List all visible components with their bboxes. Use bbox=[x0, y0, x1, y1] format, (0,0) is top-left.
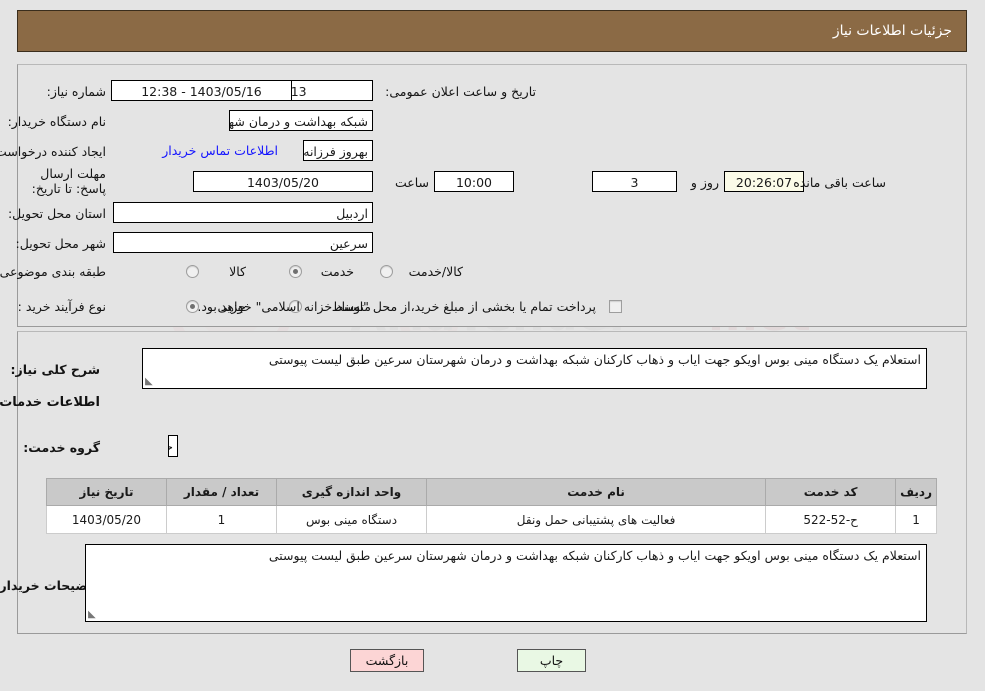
buyer-org-value[interactable]: شبکه بهداشت و درمان شهرستان سرعین bbox=[230, 110, 374, 131]
th-unit: واحد اندازه گیری bbox=[277, 478, 428, 506]
th-date: تاریخ نیاز bbox=[47, 478, 168, 506]
cell-row: 1 bbox=[896, 505, 938, 534]
requester-label: ایجاد کننده درخواست: bbox=[0, 144, 107, 159]
buyer-notes-textarea[interactable]: استعلام یک دستگاه مینی بوس اویکو جهت ایا… bbox=[86, 544, 928, 622]
province-value[interactable]: اردبیل bbox=[114, 202, 374, 223]
page-root: AriaTender .net جزئیات اطلاعات نیاز شمار… bbox=[0, 0, 985, 691]
province-label: استان محل تحویل: bbox=[8, 206, 107, 221]
process-label: نوع فرآیند خرید : bbox=[18, 299, 107, 314]
print-button[interactable]: چاپ bbox=[518, 649, 587, 672]
category-label: طبقه بندی موضوعی: bbox=[0, 264, 107, 279]
service-group-value[interactable]: حمل و نقل و انبارداری bbox=[169, 435, 179, 457]
th-row: ردیف bbox=[896, 478, 938, 506]
service-group-label: گروه خدمت: bbox=[24, 440, 101, 455]
page-header: جزئیات اطلاعات نیاز bbox=[18, 10, 968, 52]
resize-grip-icon-2[interactable]: ◢ bbox=[89, 609, 99, 620]
deadline-time-value[interactable]: 10:00 bbox=[435, 171, 515, 192]
need-number-label: شماره نیاز: bbox=[47, 84, 107, 99]
summary-textarea[interactable]: استعلام یک دستگاه مینی بوس اویکو جهت ایا… bbox=[143, 348, 928, 389]
treasury-checkbox[interactable] bbox=[610, 300, 623, 313]
th-qty: تعداد / مقدار bbox=[167, 478, 278, 506]
radio-category-kala-khadamat[interactable] bbox=[381, 265, 394, 278]
cell-qty: 1 bbox=[167, 505, 278, 534]
services-table: ردیف کد خدمت نام خدمت واحد اندازه گیری ت… bbox=[47, 478, 938, 534]
radio-category-kala-khadamat-label: کالا/خدمت bbox=[409, 264, 464, 279]
summary-label: شرح کلی نیاز: bbox=[11, 362, 101, 377]
radio-category-khadamat-label: خدمت bbox=[321, 264, 355, 279]
public-announce-label: تاریخ و ساعت اعلان عمومی: bbox=[386, 84, 537, 99]
cell-unit: دستگاه مینی بوس bbox=[277, 505, 428, 534]
buyer-notes-text: استعلام یک دستگاه مینی بوس اویکو جهت ایا… bbox=[269, 548, 922, 563]
table-header-row: ردیف کد خدمت نام خدمت واحد اندازه گیری ت… bbox=[47, 478, 938, 506]
summary-text: استعلام یک دستگاه مینی بوس اویکو جهت ایا… bbox=[269, 352, 922, 367]
page-title: جزئیات اطلاعات نیاز bbox=[833, 23, 953, 39]
countdown-value: 20:26:07 bbox=[725, 171, 805, 192]
requester-value[interactable]: بهروز فرزانه کاربرداز شبکه بهداشت و درما… bbox=[304, 140, 374, 161]
remaining-days-value[interactable]: 3 bbox=[593, 171, 678, 192]
th-name: نام خدمت bbox=[426, 478, 768, 506]
city-label: شهر محل تحویل: bbox=[16, 236, 107, 251]
remaining-hours-label: ساعت باقی مانده bbox=[794, 175, 887, 190]
treasury-checkbox-label: پرداخت تمام یا بخشی از مبلغ خرید،از محل … bbox=[198, 299, 597, 314]
deadline-label: مهلت ارسال پاسخ: تا تاریخ: bbox=[32, 166, 107, 196]
deadline-date-value[interactable]: 1403/05/20 bbox=[194, 171, 374, 192]
back-button[interactable]: بازگشت bbox=[351, 649, 425, 672]
city-value[interactable]: سرعین bbox=[114, 232, 374, 253]
public-announce-value[interactable]: 1403/05/16 - 12:38 bbox=[112, 80, 293, 101]
cell-date: 1403/05/20 bbox=[47, 505, 168, 534]
radio-category-kala[interactable] bbox=[187, 265, 200, 278]
need-info-panel bbox=[18, 64, 968, 327]
deadline-hour-label: ساعت bbox=[395, 175, 430, 190]
services-section-heading: اطلاعات خدمات مورد نیاز bbox=[0, 395, 101, 410]
table-row[interactable]: 1 ح-52-522 فعالیت های پشتیبانی حمل ونقل … bbox=[47, 505, 938, 534]
resize-grip-icon[interactable]: ◢ bbox=[146, 376, 156, 387]
buyer-contact-link[interactable]: اطلاعات تماس خریدار bbox=[163, 143, 279, 158]
buyer-org-label: نام دستگاه خریدار: bbox=[8, 114, 107, 129]
cell-name: فعالیت های پشتیبانی حمل ونقل bbox=[426, 505, 768, 534]
cell-code: ح-52-522 bbox=[766, 505, 898, 534]
radio-category-kala-label: کالا bbox=[230, 264, 247, 279]
days-and-label: روز و bbox=[691, 175, 720, 190]
radio-category-khadamat[interactable] bbox=[290, 265, 303, 278]
th-code: کد خدمت bbox=[766, 478, 898, 506]
